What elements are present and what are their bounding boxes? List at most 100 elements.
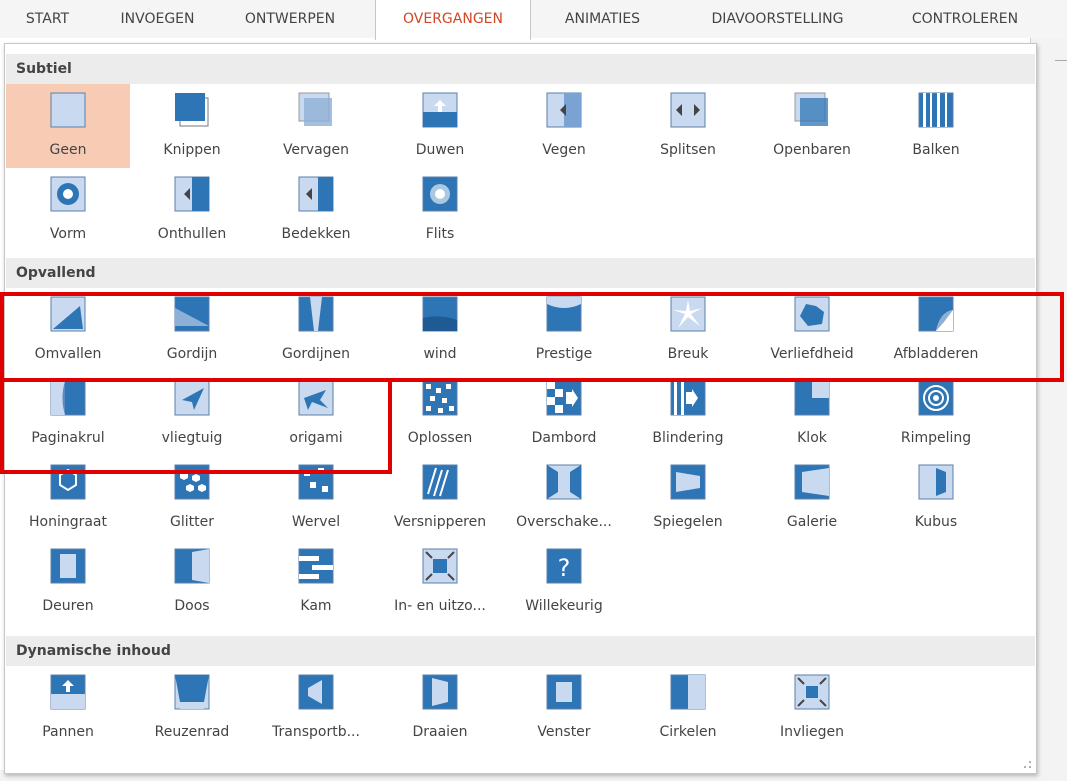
transition-label: wind — [423, 346, 457, 362]
transition-label: Verliefdheid — [770, 346, 854, 362]
airplane-icon — [174, 380, 210, 416]
zoom-icon — [422, 548, 458, 584]
blinds-icon — [670, 380, 706, 416]
transition-label: Duwen — [415, 142, 465, 158]
transition-label: Reuzenrad — [154, 724, 230, 740]
transition-prestige[interactable]: Prestige — [502, 288, 626, 372]
transition-gordijnen[interactable]: Gordijnen — [254, 288, 378, 372]
transition-vorm[interactable]: Vorm — [6, 168, 130, 252]
transition-label: Blindering — [652, 430, 724, 446]
checkerboard-icon — [546, 380, 582, 416]
transition-willekeurig[interactable]: ? Willekeurig — [502, 540, 626, 624]
transition-geen[interactable]: Geen — [6, 84, 130, 168]
section-header-opvallend: Opvallend — [6, 258, 1035, 288]
transition-blindering[interactable]: Blindering — [626, 372, 750, 456]
tab-invoegen[interactable]: INVOEGEN — [105, 0, 210, 38]
flash-icon — [422, 176, 458, 212]
background-line — [1055, 60, 1067, 61]
ferris-wheel-icon — [174, 674, 210, 710]
transition-overschake[interactable]: Overschake... — [502, 456, 626, 540]
transition-vliegtuig[interactable]: vliegtuig — [130, 372, 254, 456]
push-icon — [422, 92, 458, 128]
transition-gordijn[interactable]: Gordijn — [130, 288, 254, 372]
transition-label: Afbladderen — [893, 346, 979, 362]
transition-venster[interactable]: Venster — [502, 666, 626, 750]
ripple-icon — [918, 380, 954, 416]
transition-breuk[interactable]: Breuk — [626, 288, 750, 372]
transition-glitter[interactable]: Glitter — [130, 456, 254, 540]
transition-invliegen[interactable]: Invliegen — [750, 666, 874, 750]
random-icon: ? — [546, 548, 582, 584]
transition-spiegelen[interactable]: Spiegelen — [626, 456, 750, 540]
transition-galerie[interactable]: Galerie — [750, 456, 874, 540]
resize-grip-icon[interactable] — [1022, 759, 1032, 769]
transition-knippen[interactable]: Knippen — [130, 84, 254, 168]
transition-label: Venster — [537, 724, 591, 740]
transition-label: Oplossen — [407, 430, 473, 446]
transition-deuren[interactable]: Deuren — [6, 540, 130, 624]
tab-overgangen[interactable]: OVERGANGEN — [375, 0, 531, 40]
transition-transportb[interactable]: Transportb... — [254, 666, 378, 750]
rotate-icon — [422, 674, 458, 710]
honeycomb-icon — [50, 464, 86, 500]
transition-in-en-uitzo[interactable]: In- en uitzo... — [378, 540, 502, 624]
transition-label: Balken — [912, 142, 960, 158]
transition-wind[interactable]: wind — [378, 288, 502, 372]
fall-over-icon — [50, 296, 86, 332]
transition-afbladderen[interactable]: Afbladderen — [874, 288, 998, 372]
transition-pannen[interactable]: Pannen — [6, 666, 130, 750]
transition-reuzenrad[interactable]: Reuzenrad — [130, 666, 254, 750]
transition-label: Invliegen — [779, 724, 845, 740]
transition-dambord[interactable]: Dambord — [502, 372, 626, 456]
box-icon — [174, 548, 210, 584]
transition-omvallen[interactable]: Omvallen — [6, 288, 130, 372]
transition-vegen[interactable]: Vegen — [502, 84, 626, 168]
transition-label: Transportb... — [272, 724, 360, 740]
transition-balken[interactable]: Balken — [874, 84, 998, 168]
transition-rimpeling[interactable]: Rimpeling — [874, 372, 998, 456]
transition-label: Kam — [300, 598, 332, 614]
tab-start[interactable]: START — [0, 0, 95, 38]
transition-label: Knippen — [163, 142, 221, 158]
transition-cirkelen[interactable]: Cirkelen — [626, 666, 750, 750]
transition-vervagen[interactable]: Vervagen — [254, 84, 378, 168]
transitions-gallery-panel: Subtiel Geen Knippen Vervagen Duwen Vegen Spli… — [4, 43, 1037, 774]
transition-kam[interactable]: Kam — [254, 540, 378, 624]
transition-wervel[interactable]: Wervel — [254, 456, 378, 540]
transition-kubus[interactable]: Kubus — [874, 456, 998, 540]
pan-icon — [50, 674, 86, 710]
transition-onthullen[interactable]: Onthullen — [130, 168, 254, 252]
transition-flits[interactable]: Flits — [378, 168, 502, 252]
shred-icon — [422, 464, 458, 500]
transition-label: Breuk — [667, 346, 709, 362]
transition-draaien[interactable]: Draaien — [378, 666, 502, 750]
transition-verliefdheid[interactable]: Verliefdheid — [750, 288, 874, 372]
tab-animaties[interactable]: ANIMATIES — [545, 0, 660, 38]
transition-origami[interactable]: origami — [254, 372, 378, 456]
orbit-icon — [670, 674, 706, 710]
doors-icon — [50, 548, 86, 584]
split-icon — [670, 92, 706, 128]
tab-ontwerpen[interactable]: ONTWERPEN — [225, 0, 355, 38]
transition-honingraat[interactable]: Honingraat — [6, 456, 130, 540]
transition-label: Flits — [425, 226, 455, 242]
transition-bedekken[interactable]: Bedekken — [254, 168, 378, 252]
bars-icon — [918, 92, 954, 128]
transition-label: Pannen — [42, 724, 94, 740]
transition-paginakrul[interactable]: Paginakrul — [6, 372, 130, 456]
transition-klok[interactable]: Klok — [750, 372, 874, 456]
transition-label: Omvallen — [34, 346, 102, 362]
transition-label: Geen — [49, 142, 87, 158]
transition-doos[interactable]: Doos — [130, 540, 254, 624]
transition-label: Vervagen — [282, 142, 350, 158]
tab-diavoorstelling[interactable]: DIAVOORSTELLING — [675, 0, 880, 38]
transition-duwen[interactable]: Duwen — [378, 84, 502, 168]
vortex-icon — [298, 464, 334, 500]
transition-oplossen[interactable]: Oplossen — [378, 372, 502, 456]
glitter-icon — [174, 464, 210, 500]
transition-splitsen[interactable]: Splitsen — [626, 84, 750, 168]
transition-versnipperen[interactable]: Versnipperen — [378, 456, 502, 540]
tab-controleren[interactable]: CONTROLEREN — [890, 0, 1040, 38]
origami-icon — [298, 380, 334, 416]
transition-openbaren[interactable]: Openbaren — [750, 84, 874, 168]
